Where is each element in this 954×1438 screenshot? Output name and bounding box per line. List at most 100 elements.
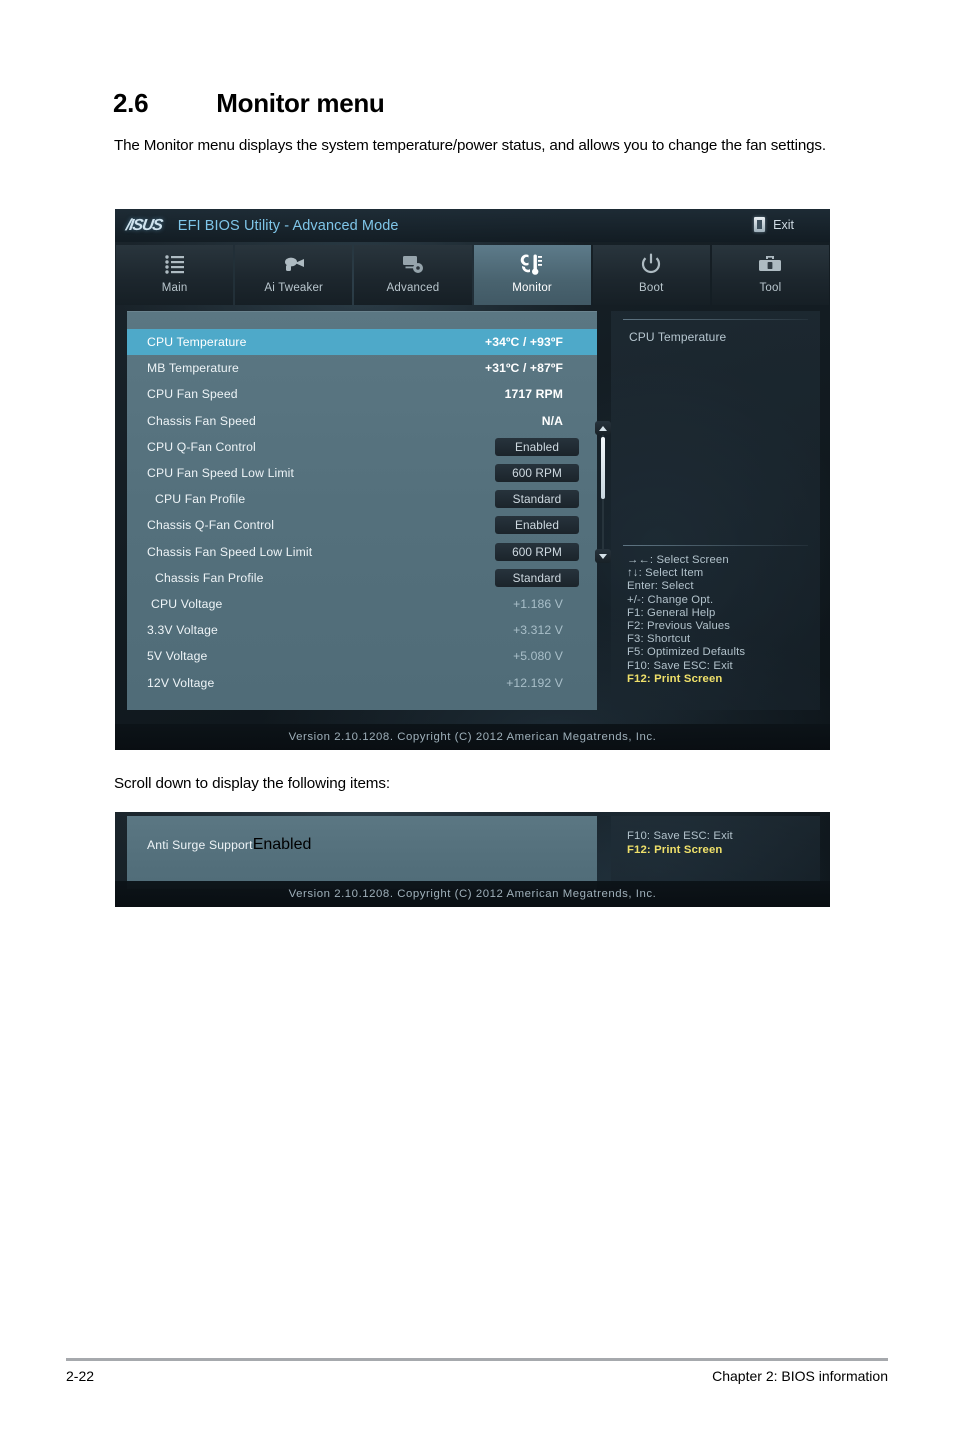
items-scrollbar[interactable]: [595, 421, 611, 563]
version-bar: Version 2.10.1208. Copyright (C) 2012 Am…: [115, 724, 830, 750]
legend-line: F1: General Help: [627, 606, 716, 619]
monitor-item-row[interactable]: CPU Q-Fan Control Enabled: [127, 434, 597, 460]
version-text: Version 2.10.1208. Copyright (C) 2012 Am…: [288, 731, 657, 743]
footer-page-number: 2-22: [66, 1368, 95, 1384]
monitor-item-label: CPU Q-Fan Control: [147, 439, 256, 454]
monitor-item-row[interactable]: 5V Voltage +5.080 V: [127, 643, 597, 669]
footer-divider: [66, 1358, 888, 1361]
anti-surge-value[interactable]: Enabled: [253, 836, 312, 854]
monitor-item-label: CPU Temperature: [147, 335, 247, 350]
monitor-item-label: 12V Voltage: [147, 675, 215, 690]
help-divider-mid: [623, 545, 808, 546]
monitor-item-row[interactable]: Chassis Fan Profile Standard: [127, 565, 597, 591]
monitor-item-value: +34ºC / +93ºF: [485, 335, 563, 350]
legend-line: F12: Print Screen: [627, 843, 723, 856]
monitor-gear-icon: [402, 252, 424, 276]
exit-label: Exit: [773, 217, 794, 232]
monitor-item-value: 1717 RPM: [504, 387, 563, 402]
monitor-item-row[interactable]: Chassis Fan Speed N/A: [127, 408, 597, 434]
monitor-item-row[interactable]: CPU Voltage +1.186 V: [127, 591, 597, 617]
version-bar-sub: Version 2.10.1208. Copyright (C) 2012 Am…: [115, 881, 830, 907]
legend-line: Enter: Select: [627, 580, 694, 593]
anti-surge-label: Anti Surge Support: [147, 838, 253, 852]
footer-chapter: Chapter 2: BIOS information: [712, 1368, 888, 1384]
help-panel: CPU Temperature →←: Select Screen ↑↓: Sel…: [611, 311, 820, 710]
monitor-item-label: CPU Fan Speed Low Limit: [147, 466, 295, 481]
bios-screenshot-main: /ISUS EFI BIOS Utility - Advanced Mode E…: [115, 209, 830, 750]
monitor-item-option[interactable]: 600 RPM: [495, 464, 579, 483]
monitor-item-row[interactable]: MB Temperature +31ºC / +87ºF: [127, 355, 597, 381]
scroll-down-icon[interactable]: [595, 549, 611, 563]
monitor-item-value: +12.192 V: [506, 675, 563, 690]
monitor-item-value: N/A: [541, 413, 563, 428]
section-number: 2.6: [113, 88, 149, 118]
monitor-item-value: +31ºC / +87ºF: [485, 361, 563, 376]
monitor-item-row[interactable]: 3.3V Voltage +3.312 V: [127, 617, 597, 643]
asus-logo: /ISUS: [124, 216, 164, 234]
monitor-item-option[interactable]: Enabled: [495, 437, 579, 456]
monitor-item-label: Chassis Fan Speed Low Limit: [147, 544, 313, 559]
key-legend: →←: Select Screen ↑↓: Select Item Enter: S…: [627, 554, 745, 686]
tab-monitor[interactable]: Monitor: [473, 245, 591, 305]
monitor-item-option[interactable]: 600 RPM: [495, 542, 579, 561]
monitor-item-row[interactable]: CPU Fan Speed 1717 RPM: [127, 381, 597, 407]
thermometer-fan-icon: [519, 252, 545, 276]
exit-button[interactable]: Exit: [754, 217, 794, 232]
tab-main-label: Main: [161, 282, 188, 294]
tab-main[interactable]: Main: [116, 245, 234, 305]
monitor-item-row[interactable]: Chassis Fan Speed Low Limit 600 RPM: [127, 539, 597, 565]
tab-advanced[interactable]: Advanced: [354, 245, 472, 305]
monitor-item-label: CPU Fan Speed: [147, 387, 238, 402]
bios-utility-title: EFI BIOS Utility - Advanced Mode: [177, 217, 399, 234]
bios-content: CPU Temperature +34ºC / +93ºF MB Temperatu…: [115, 305, 830, 724]
scrollbar-thumb[interactable]: [601, 437, 605, 499]
monitor-item-row[interactable]: CPU Fan Profile Standard: [127, 486, 597, 512]
legend-line: F5: Optimized Defaults: [627, 646, 746, 659]
version-text-sub: Version 2.10.1208. Copyright (C) 2012 Am…: [288, 888, 657, 900]
monitor-item-row[interactable]: Chassis Q-Fan Control Enabled: [127, 512, 597, 538]
anti-surge-panel: Anti Surge Support Enabled: [127, 816, 597, 889]
monitor-item-label: CPU Fan Profile: [155, 492, 246, 507]
legend-line: F2: Previous Values: [627, 620, 731, 633]
scroll-note: Scroll down to display the following ite…: [114, 775, 390, 792]
legend-line: F3: Shortcut: [627, 633, 691, 646]
section-title: Monitor menu: [216, 88, 385, 118]
toolbox-icon: [758, 252, 782, 276]
page-title: 2.6 Monitor menu: [113, 88, 873, 119]
tab-ai-tweaker-label: Ai Tweaker: [264, 282, 324, 294]
tab-boot[interactable]: Boot: [592, 245, 710, 305]
exit-door-icon: [754, 217, 766, 232]
legend-line: F12: Print Screen: [627, 672, 723, 685]
scroll-up-icon[interactable]: [595, 421, 611, 435]
monitor-item-label: CPU Voltage: [151, 596, 223, 611]
legend-line: F10: Save ESC: Exit: [627, 830, 733, 842]
bios-title-bar: /ISUS EFI BIOS Utility - Advanced Mode E…: [115, 209, 830, 242]
help-panel-sub: F10: Save ESC: Exit F12: Print Screen: [611, 816, 820, 889]
monitor-item-option[interactable]: Standard: [495, 490, 579, 509]
tab-ai-tweaker[interactable]: Ai Tweaker: [235, 245, 353, 305]
monitor-item-option[interactable]: Standard: [495, 568, 579, 587]
monitor-item-row[interactable]: CPU Fan Speed Low Limit 600 RPM: [127, 460, 597, 486]
bios-tab-strip: Main Ai Tweaker Advanced Monitor Boot To…: [115, 242, 830, 305]
help-description: CPU Temperature: [629, 330, 727, 344]
monitor-item-option[interactable]: Enabled: [495, 516, 579, 535]
tab-monitor-label: Monitor: [512, 282, 552, 294]
key-legend-sub: F10: Save ESC: Exit F12: Print Screen: [627, 830, 733, 857]
monitor-item-row[interactable]: CPU Temperature +34ºC / +93ºF: [127, 329, 597, 356]
monitor-item-label: MB Temperature: [147, 361, 239, 376]
legend-line: ↑↓: Select Item: [627, 567, 704, 580]
tab-tool[interactable]: Tool: [711, 245, 830, 305]
monitor-item-row[interactable]: 12V Voltage +12.192 V: [127, 669, 597, 695]
power-icon: [640, 252, 662, 276]
tweak-icon: [282, 252, 306, 276]
section-intro: The Monitor menu displays the system tem…: [114, 137, 826, 154]
monitor-item-label: Chassis Fan Profile: [155, 570, 264, 585]
row-anti-surge-support[interactable]: Anti Surge Support Enabled: [147, 834, 579, 856]
list-icon: [164, 252, 186, 276]
tab-advanced-label: Advanced: [386, 282, 440, 294]
legend-line: +/-: Change Opt.: [627, 593, 714, 606]
monitor-items-panel: CPU Temperature +34ºC / +93ºF MB Temperatu…: [127, 311, 611, 710]
monitor-items-list: CPU Temperature +34ºC / +93ºF MB Temperatu…: [127, 329, 597, 696]
monitor-item-value: +3.312 V: [513, 623, 563, 638]
monitor-item-label: 5V Voltage: [147, 649, 208, 664]
